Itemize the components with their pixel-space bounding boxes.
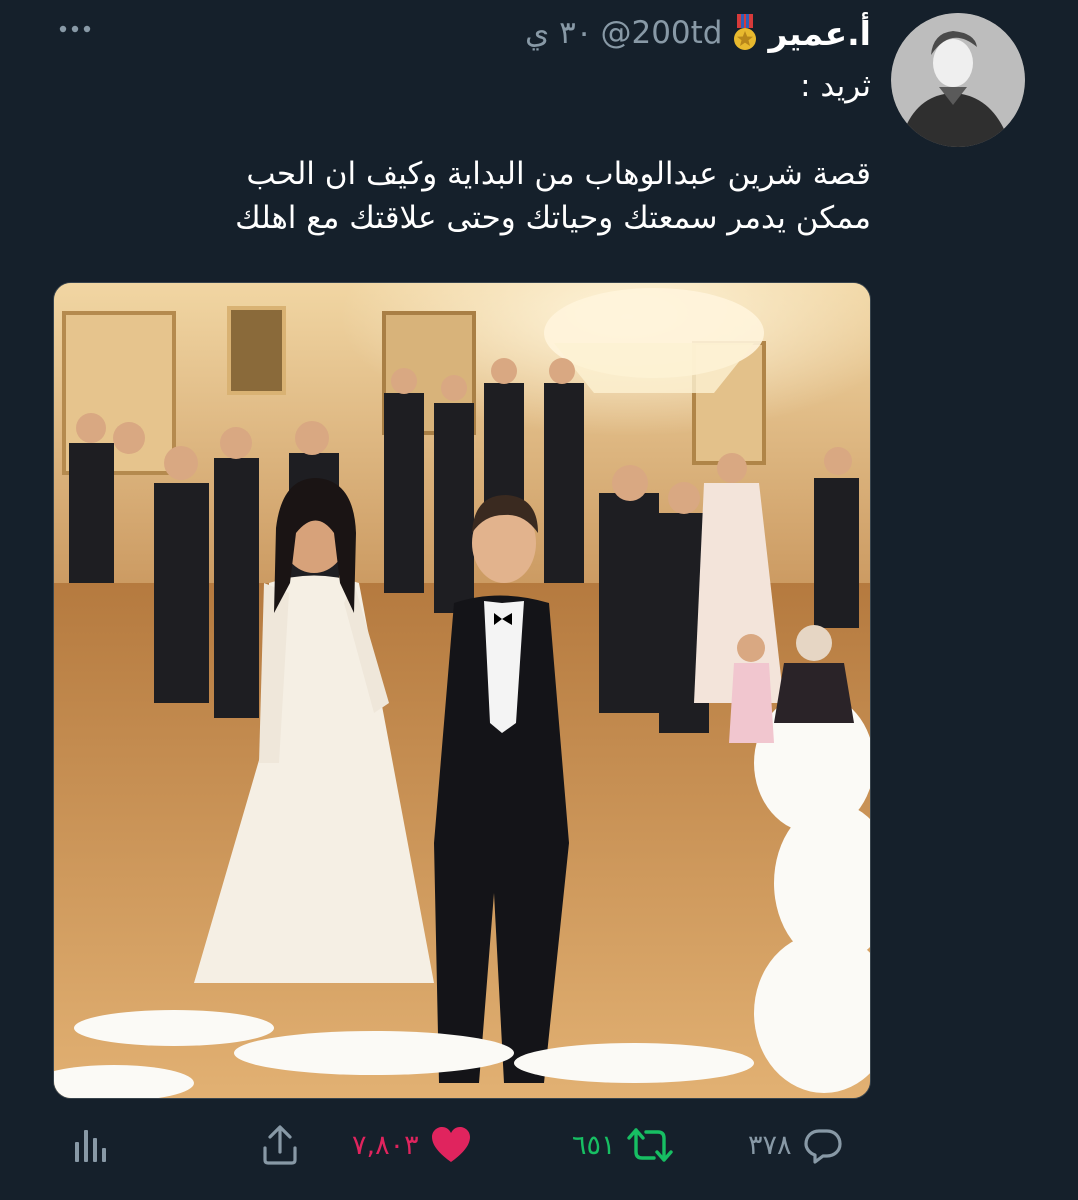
tweet: أ.عمير @200td ٣٠ ي ثريد : قصة شرين عبدال… <box>0 0 1078 1200</box>
tweet-text: ثريد : قصة شرين عبدالوهاب من البداية وكي… <box>91 64 871 240</box>
retweet-count: ٦٥١ <box>572 1129 616 1161</box>
display-name[interactable]: أ.عمير <box>768 14 871 53</box>
like-button[interactable]: ٧,٨٠٣ <box>352 1120 473 1170</box>
action-bar: ٣٧٨ ٦٥١ ٧,٨٠٣ <box>0 1112 1078 1182</box>
user-handle[interactable]: @200td <box>600 15 722 51</box>
tweet-text-line: ممكن يدمر سمعتك وحياتك وحتى علاقتك مع اه… <box>235 200 871 236</box>
analytics-icon <box>73 1124 109 1166</box>
heart-icon <box>429 1124 473 1166</box>
avatar[interactable] <box>891 13 1025 147</box>
retweet-button[interactable]: ٦٥١ <box>572 1120 674 1170</box>
tweet-photo[interactable] <box>53 282 871 1099</box>
more-button[interactable] <box>55 14 95 44</box>
tweet-text-spacer <box>91 108 871 152</box>
medal-icon <box>730 13 760 53</box>
retweet-icon <box>626 1124 674 1166</box>
share-icon <box>260 1124 300 1166</box>
reply-button[interactable]: ٣٧٨ <box>748 1120 844 1170</box>
share-button[interactable] <box>260 1120 300 1170</box>
tweet-header: أ.عمير @200td ٣٠ ي <box>525 10 871 56</box>
more-icon <box>59 25 91 33</box>
tweet-text-line: ثريد : <box>800 68 871 104</box>
tweet-text-line: قصة شرين عبدالوهاب من البداية وكيف ان ال… <box>246 156 871 192</box>
avatar-photo <box>891 13 1025 147</box>
analytics-button[interactable] <box>73 1120 109 1170</box>
like-count: ٧,٨٠٣ <box>352 1129 419 1161</box>
reply-count: ٣٧٨ <box>748 1129 792 1161</box>
reply-icon <box>802 1124 844 1166</box>
timestamp[interactable]: ٣٠ ي <box>525 15 592 51</box>
wedding-photo <box>54 283 870 1098</box>
